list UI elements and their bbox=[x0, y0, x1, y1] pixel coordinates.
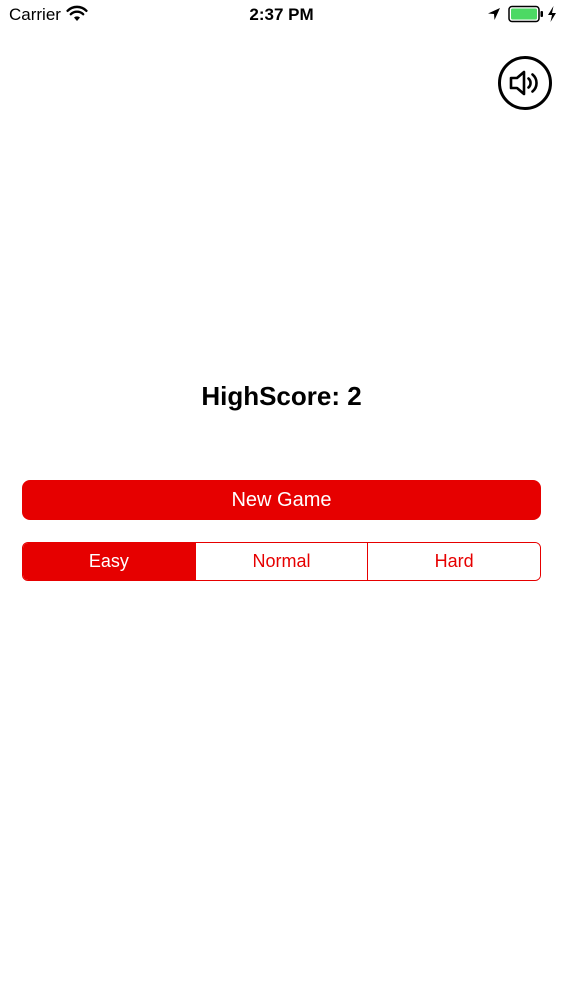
charging-bolt-icon bbox=[546, 5, 558, 23]
highscore-label: HighScore: 2 bbox=[201, 381, 362, 411]
difficulty-easy-segment[interactable]: Easy bbox=[23, 543, 195, 580]
new-game-button[interactable]: New Game bbox=[22, 480, 541, 520]
difficulty-normal-segment[interactable]: Normal bbox=[194, 543, 368, 580]
difficulty-segmented-control: Easy Normal Hard bbox=[22, 542, 541, 581]
difficulty-hard-segment[interactable]: Hard bbox=[367, 543, 540, 580]
location-arrow-icon bbox=[486, 6, 502, 22]
status-bar: Carrier 2:37 PM bbox=[0, 0, 563, 30]
sound-toggle-button[interactable] bbox=[498, 56, 552, 110]
battery-icon bbox=[508, 5, 544, 23]
speaker-icon bbox=[508, 68, 542, 98]
clock: 2:37 PM bbox=[249, 5, 314, 24]
